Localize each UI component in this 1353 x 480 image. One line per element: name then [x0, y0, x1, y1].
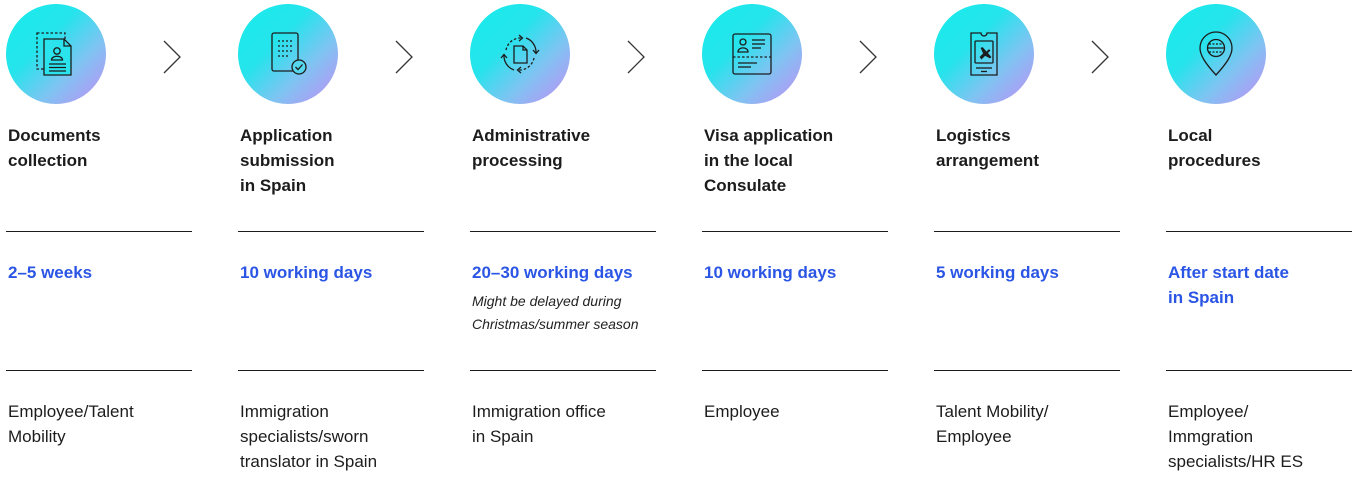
- documents-icon: [36, 32, 72, 76]
- divider: [1166, 231, 1352, 232]
- step-title: Visa application in the local Consulate: [704, 126, 834, 195]
- step-note: Might be delayed during Christmas/summer…: [472, 293, 639, 332]
- divider: [934, 370, 1120, 371]
- step-icon-circle: [238, 4, 338, 104]
- application-check-icon: [271, 32, 307, 75]
- step-responsible: Talent Mobility/ Employee: [936, 402, 1049, 446]
- step-icon-circle: [702, 4, 802, 104]
- chevron-right-icon: [627, 40, 645, 74]
- step-local-procedures: Local procedures After start date in Spa…: [1166, 0, 1352, 480]
- step-duration: 2–5 weeks: [8, 263, 93, 282]
- step-title: Documents collection: [8, 126, 101, 170]
- step-icon-circle: [470, 4, 570, 104]
- step-title: Application submission in Spain: [240, 126, 335, 195]
- step-responsible: Immigration office in Spain: [472, 402, 606, 446]
- step-duration: After start date in Spain: [1168, 263, 1289, 307]
- divider: [1166, 370, 1352, 371]
- divider: [6, 370, 192, 371]
- divider: [934, 231, 1120, 232]
- divider: [702, 370, 888, 371]
- visa-id-icon: [732, 33, 772, 75]
- step-icon-circle: [6, 4, 106, 104]
- divider: [702, 231, 888, 232]
- chevron-right-icon: [395, 40, 413, 74]
- chevron-right-icon: [1091, 40, 1109, 74]
- step-duration: 20–30 working days: [472, 263, 633, 282]
- processing-cycle-icon: [500, 34, 540, 74]
- divider: [470, 231, 656, 232]
- location-pin-icon: [1199, 31, 1233, 76]
- boarding-pass-icon: [970, 32, 998, 76]
- step-responsible: Employee/ Immgration specialists/HR ES: [1168, 402, 1304, 471]
- step-icon-circle: [934, 4, 1034, 104]
- step-responsible: Employee/Talent Mobility: [8, 402, 134, 446]
- step-title: Local procedures: [1168, 126, 1261, 170]
- divider: [6, 231, 192, 232]
- step-title: Administrative processing: [472, 126, 591, 170]
- step-responsible: Immigration specialists/sworn translator…: [240, 402, 378, 471]
- divider: [238, 370, 424, 371]
- chevron-right-icon: [859, 40, 877, 74]
- step-duration: 10 working days: [704, 263, 837, 282]
- step-responsible: Employee: [704, 402, 780, 421]
- divider: [238, 231, 424, 232]
- divider: [470, 370, 656, 371]
- step-duration: 10 working days: [240, 263, 373, 282]
- step-duration: 5 working days: [936, 263, 1059, 282]
- step-title: Logistics arrangement: [936, 126, 1039, 170]
- chevron-right-icon: [163, 40, 181, 74]
- step-icon-circle: [1166, 4, 1266, 104]
